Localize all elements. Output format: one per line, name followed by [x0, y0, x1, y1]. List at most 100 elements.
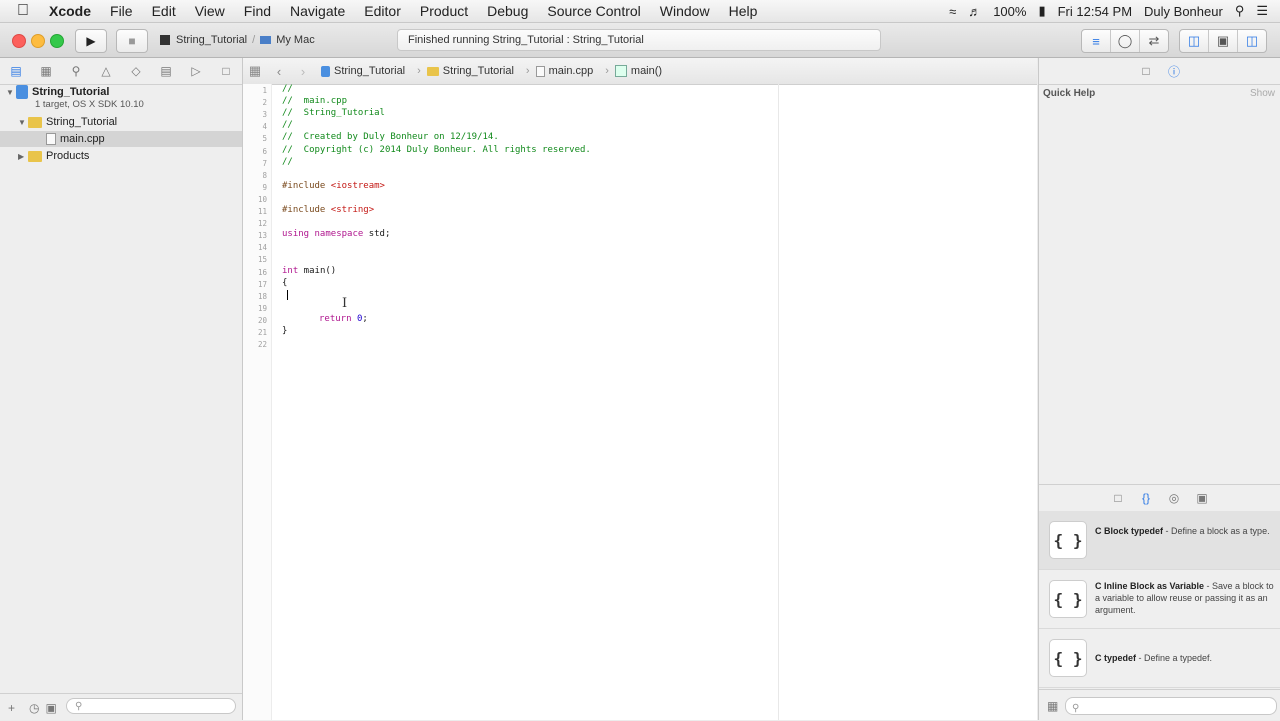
back-icon[interactable]: ‹	[267, 64, 291, 79]
menu-window[interactable]: Window	[660, 3, 710, 19]
code-line-7[interactable]: //	[282, 157, 293, 167]
clock[interactable]: Fri 12:54 PM	[1058, 4, 1132, 19]
object-library-icon[interactable]: ◎	[1160, 491, 1188, 505]
code-line-16[interactable]: int main()	[282, 266, 336, 276]
code-line-1[interactable]: //	[282, 84, 293, 94]
code-line-13[interactable]: using namespace std;	[282, 229, 390, 239]
file-template-library-icon[interactable]: □	[1104, 491, 1132, 505]
line-number: 20	[257, 315, 267, 325]
snippet-item[interactable]: { } C typedef - Define a typedef.	[1039, 629, 1280, 688]
code-line-3[interactable]: // String_Tutorial	[282, 108, 385, 118]
breadcrumb-symbol[interactable]: main()	[614, 65, 662, 77]
navigator-toggle-icon[interactable]: ◫	[1180, 30, 1209, 52]
code-line-17[interactable]: {	[282, 278, 287, 288]
code-line-9[interactable]: #include <iostream>	[282, 181, 385, 191]
standard-editor-icon[interactable]: ≡	[1082, 30, 1111, 52]
group-name: String_Tutorial	[46, 116, 118, 128]
scheme-selector[interactable]: String_Tutorial / My Mac	[160, 31, 315, 49]
debug-navigator-icon[interactable]: ▤	[152, 64, 180, 78]
disclosure-open-icon[interactable]: ▼	[18, 118, 28, 127]
code-line-4[interactable]: //	[282, 120, 293, 130]
volume-icon[interactable]: ♬	[968, 4, 981, 19]
assistant-editor-icon[interactable]: ◯	[1111, 30, 1140, 52]
keyword-namespace: namespace	[314, 229, 364, 240]
menu-product[interactable]: Product	[420, 3, 468, 19]
include-header: <string>	[330, 205, 375, 215]
file-row-main-cpp[interactable]: main.cpp	[0, 131, 242, 147]
menu-app-name[interactable]: Xcode	[49, 3, 91, 19]
related-items-icon[interactable]: ▦	[243, 63, 267, 79]
test-navigator-icon[interactable]: ◇	[122, 64, 150, 78]
project-row[interactable]: ▼ String_Tutorial	[0, 85, 242, 99]
line-number: 18	[257, 291, 267, 301]
code-line-5[interactable]: // Created by Duly Bonheur on 12/19/14.	[282, 132, 499, 142]
library-filter-input[interactable]: ⚲	[1065, 697, 1277, 715]
code-snippet-library-icon[interactable]: {}	[1132, 491, 1160, 505]
battery-percent[interactable]: 100%	[993, 4, 1026, 19]
snippet-item[interactable]: { } C Block typedef - Define a block as …	[1039, 511, 1280, 570]
code-line-20[interactable]: return 0;	[319, 314, 368, 324]
zoom-window-button[interactable]	[50, 34, 64, 48]
code-line-2[interactable]: // main.cpp	[282, 96, 347, 106]
menu-debug[interactable]: Debug	[487, 3, 528, 19]
navigator-filter-input[interactable]: ⚲	[66, 698, 236, 714]
run-button[interactable]: ▶	[75, 29, 107, 53]
jump-bar: ▦ ‹ › String_Tutorial › String_Tutorial …	[243, 58, 1037, 85]
recent-files-icon[interactable]: ◷	[29, 701, 39, 715]
keyword-int: int	[282, 265, 299, 276]
add-icon[interactable]: +	[8, 701, 15, 715]
find-navigator-icon[interactable]: ⚲	[62, 64, 90, 78]
code-line-6[interactable]: // Copyright (c) 2014 Duly Bonheur. All …	[282, 145, 591, 155]
code-line-21[interactable]: }	[282, 326, 287, 336]
code-line-18[interactable]	[282, 289, 288, 303]
apple-icon[interactable]: 	[17, 2, 37, 20]
grid-view-icon[interactable]: ▦	[1047, 699, 1058, 713]
symbol-navigator-icon[interactable]: ▦	[32, 64, 60, 78]
snippet-item[interactable]: { } C Inline Block as Variable - Save a …	[1039, 570, 1280, 629]
forward-icon[interactable]: ›	[291, 64, 315, 79]
quick-help-icon[interactable]: ⓘ	[1160, 63, 1188, 80]
activity-status: Finished running String_Tutorial : Strin…	[408, 34, 644, 46]
breadcrumb-project[interactable]: String_Tutorial	[321, 65, 405, 77]
stop-button[interactable]: ■	[116, 29, 148, 53]
snippet-text: C typedef - Define a typedef.	[1095, 652, 1275, 664]
breadcrumb-group[interactable]: String_Tutorial	[426, 65, 514, 77]
utilities-toggle-icon[interactable]: ◫	[1238, 30, 1266, 52]
user-name[interactable]: Duly Bonheur	[1144, 4, 1223, 19]
report-navigator-icon[interactable]: □	[212, 64, 240, 78]
issue-navigator-icon[interactable]: △	[92, 64, 120, 78]
products-row[interactable]: ▶ Products	[0, 148, 242, 164]
battery-icon[interactable]: ▮	[1038, 3, 1045, 19]
menu-view[interactable]: View	[195, 3, 225, 19]
group-row[interactable]: ▼ String_Tutorial	[0, 114, 242, 130]
spotlight-search-icon[interactable]: ⚲	[1235, 3, 1245, 19]
menu-editor[interactable]: Editor	[364, 3, 401, 19]
code-line-11[interactable]: #include <string>	[282, 205, 374, 215]
project-navigator-icon[interactable]: ▤	[2, 64, 30, 78]
menu-help[interactable]: Help	[729, 3, 758, 19]
menu-navigate[interactable]: Navigate	[290, 3, 345, 19]
media-library-icon[interactable]: ▣	[1188, 491, 1216, 505]
debug-area-toggle-icon[interactable]: ▣	[1209, 30, 1238, 52]
close-window-button[interactable]	[12, 34, 26, 48]
activity-viewer: Finished running String_Tutorial : Strin…	[397, 29, 881, 51]
quick-help-show-button[interactable]: Show	[1250, 88, 1275, 99]
breadcrumb-file[interactable]: main.cpp	[535, 65, 593, 77]
disclosure-closed-icon[interactable]: ▶	[18, 152, 28, 161]
disclosure-open-icon[interactable]: ▼	[6, 88, 16, 97]
project-icon	[16, 85, 28, 99]
menu-find[interactable]: Find	[244, 3, 271, 19]
breakpoint-navigator-icon[interactable]: ▷	[182, 64, 210, 78]
filter-icon: ⚲	[1072, 703, 1080, 714]
file-inspector-icon[interactable]: □	[1132, 64, 1160, 78]
menu-edit[interactable]: Edit	[152, 3, 176, 19]
wifi-icon[interactable]: ≈	[949, 4, 956, 19]
menu-file[interactable]: File	[110, 3, 133, 19]
minimize-window-button[interactable]	[31, 34, 45, 48]
scm-filter-icon[interactable]: ▣	[46, 701, 57, 715]
menu-source-control[interactable]: Source Control	[547, 3, 640, 19]
notification-center-icon[interactable]: ☰	[1256, 3, 1268, 19]
version-editor-icon[interactable]: ⇄	[1140, 30, 1168, 52]
text-cursor	[287, 289, 288, 300]
folder-icon	[426, 66, 439, 76]
